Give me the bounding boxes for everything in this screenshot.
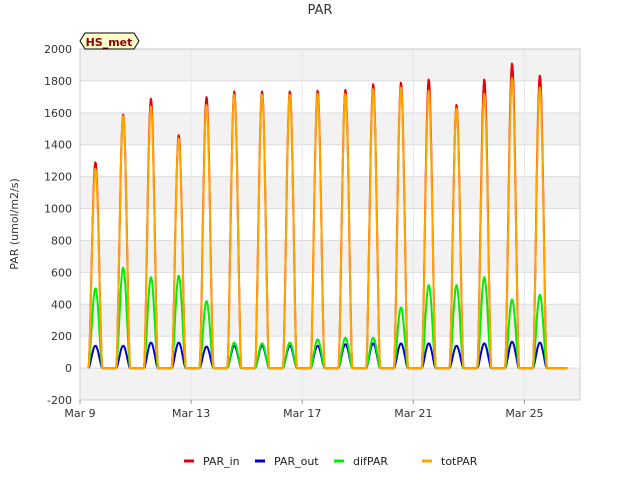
legend-label: PAR_in	[203, 455, 240, 468]
x-tick-label: Mar 21	[394, 407, 432, 420]
grid-band	[80, 112, 580, 145]
hs-met-badge: HS_met	[79, 32, 140, 50]
y-tick-label: 1400	[44, 139, 72, 152]
y-tick-label: 1600	[44, 107, 72, 120]
series-line-par-out	[87, 340, 568, 370]
grid-band	[80, 368, 580, 400]
legend-label: PAR_out	[274, 455, 319, 468]
x-tick-label: Mar 9	[64, 407, 95, 420]
y-tick-label: -200	[47, 394, 72, 407]
chart-title: PAR	[308, 3, 333, 18]
y-tick-label: 800	[51, 234, 72, 247]
x-axis-ticks: Mar 9 Mar 13 Mar 17 Mar 21 Mar 25	[64, 400, 544, 420]
y-tick-label: 1000	[44, 203, 72, 216]
y-tick-label: 1200	[44, 171, 72, 184]
y-axis-label: PAR (umol/m2/s)	[8, 178, 21, 270]
badge-label: HS_met	[86, 36, 133, 49]
y-tick-label: 2000	[44, 43, 72, 56]
y-tick-label: 400	[51, 298, 72, 311]
grid-band	[80, 49, 580, 81]
y-tick-label: 600	[51, 266, 72, 279]
x-tick-label: Mar 25	[505, 407, 543, 420]
legend: PAR_in PAR_out difPAR totPAR	[184, 455, 478, 468]
chart: -200 0 200 400 600 800 1000 1200 1400 1600 1800 200…	[8, 3, 581, 468]
y-tick-label: 0	[65, 362, 72, 375]
legend-label: difPAR	[353, 455, 388, 468]
y-axis-ticks: -200 0 200 400 600 800 1000 1200 1400 1600 1800 200…	[44, 43, 72, 407]
legend-label: totPAR	[441, 455, 478, 468]
x-tick-label: Mar 17	[283, 407, 321, 420]
x-tick-label: Mar 13	[172, 407, 210, 420]
y-tick-label: 200	[51, 330, 72, 343]
y-tick-label: 1800	[44, 75, 72, 88]
